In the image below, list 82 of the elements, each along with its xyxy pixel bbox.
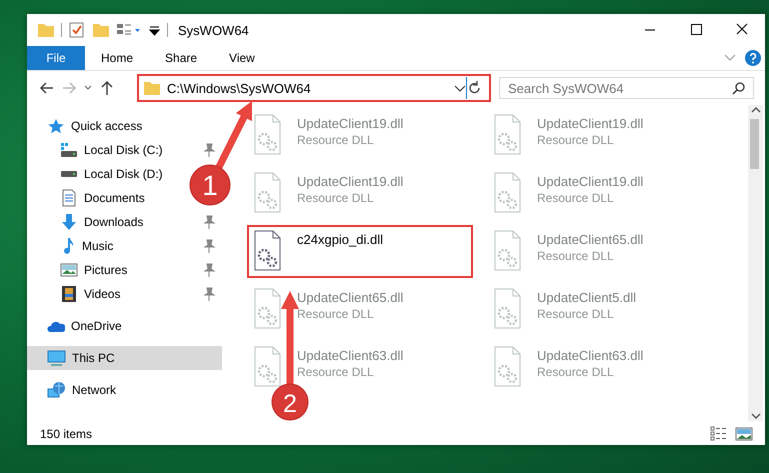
scroll-down-icon	[750, 411, 762, 421]
gear-file-icon	[253, 230, 281, 273]
file-menu-button[interactable]: File	[27, 46, 85, 70]
ribbon-tab[interactable]: Home	[85, 46, 150, 70]
file-type: Resource DLL	[537, 133, 615, 147]
file-name: UpdateClient63.dll	[297, 348, 404, 363]
step-badge: 1	[190, 164, 230, 206]
file-item[interactable]: UpdateClient19.dll Resource DLL	[487, 109, 713, 162]
gear-file-icon	[493, 230, 521, 273]
document-icon	[60, 189, 78, 207]
film-icon	[60, 285, 78, 303]
file-item[interactable]: UpdateClient65.dll Resource DLL	[247, 283, 473, 336]
checklist-icon	[68, 21, 86, 39]
file-name: UpdateClient19.dll	[297, 174, 404, 189]
nav-item[interactable]: Downloads	[27, 210, 222, 234]
nav-item[interactable]: Documents	[27, 186, 151, 210]
search-field[interactable]: Search SysWOW64	[499, 77, 754, 99]
folder-icon	[143, 79, 161, 97]
folder-icon	[92, 21, 110, 39]
nav-item[interactable]: OneDrive	[27, 314, 128, 338]
gear-file-icon	[253, 288, 281, 331]
step-badge: 2	[272, 384, 308, 420]
file-name: UpdateClient65.dll	[297, 290, 404, 305]
scrollbar-thumb[interactable]	[750, 119, 758, 169]
nav-item[interactable]: Local Disk (C:)	[27, 138, 222, 162]
nav-item[interactable]: Network	[27, 378, 122, 402]
file-name: c24xgpio_di.dll	[297, 232, 384, 247]
file-type: Resource DLL	[297, 191, 375, 205]
file-type: Resource DLL	[537, 191, 615, 205]
file-item[interactable]: UpdateClient63.dll Resource DLL	[487, 341, 713, 394]
file-item[interactable]: UpdateClient19.dll Resource DLL	[487, 167, 713, 220]
ribbon-tab[interactable]: Share	[149, 46, 214, 70]
gear-file-icon	[253, 114, 281, 157]
file-type: Resource DLL	[297, 133, 375, 147]
gear-file-icon	[493, 114, 521, 157]
nav-item[interactable]: Local Disk (D:)	[27, 162, 169, 186]
nav-item[interactable]: Videos	[27, 282, 222, 306]
help-icon[interactable]	[745, 50, 761, 66]
file-item[interactable]: UpdateClient19.dll Resource DLL	[247, 167, 473, 220]
large-icons-view-icon[interactable]	[735, 426, 753, 441]
nav-item[interactable]: Pictures	[27, 258, 222, 282]
drive-icon	[60, 142, 78, 158]
file-item[interactable]: UpdateClient19.dll Resource DLL	[247, 109, 473, 162]
file-type: Resource DLL	[297, 365, 375, 379]
gear-file-icon	[493, 346, 521, 389]
file-item[interactable]: UpdateClient5.dll Resource DLL	[487, 283, 713, 336]
ribbon-tab[interactable]: View	[213, 46, 271, 70]
dropdown-icon	[454, 83, 466, 93]
star-icon	[47, 118, 65, 134]
file-name: UpdateClient19.dll	[537, 174, 644, 189]
file-name: UpdateClient5.dll	[537, 290, 636, 305]
network-icon	[47, 381, 66, 399]
back-button[interactable]	[39, 80, 55, 96]
drive-icon	[60, 171, 78, 177]
nav-item[interactable]: Quick access	[27, 114, 148, 138]
computer-icon	[47, 350, 66, 366]
address-bar[interactable]: C:\Windows\SysWOW64	[139, 77, 467, 99]
file-type: Resource DLL	[537, 365, 615, 379]
file-name: UpdateClient19.dll	[297, 116, 404, 131]
file-name: UpdateClient63.dll	[537, 348, 644, 363]
file-item[interactable]: UpdateClient65.dll Resource DLL	[487, 225, 713, 278]
nav-item[interactable]: This PC	[27, 346, 222, 370]
file-name: UpdateClient19.dll	[537, 116, 644, 131]
file-type: Resource DLL	[537, 307, 615, 321]
gear-file-icon	[493, 288, 521, 331]
picture-icon	[60, 261, 78, 279]
details-view-icon[interactable]	[710, 426, 727, 441]
file-name: UpdateClient65.dll	[537, 232, 644, 247]
window-title: SysWOW64	[178, 22, 249, 38]
gear-file-icon	[493, 172, 521, 215]
gear-file-icon	[253, 172, 281, 215]
download-icon	[60, 213, 78, 231]
up-button[interactable]	[99, 80, 115, 96]
file-item[interactable]: c24xgpio_di.dll	[247, 225, 473, 278]
folder-icon	[37, 21, 55, 39]
file-type: Resource DLL	[297, 307, 375, 321]
gear-file-icon	[253, 346, 281, 389]
nav-item[interactable]: Music	[27, 234, 222, 258]
search-icon	[732, 82, 745, 94]
item-count: 150 items	[40, 426, 92, 440]
scroll-up-icon	[750, 105, 762, 115]
file-type: Resource DLL	[537, 249, 615, 263]
